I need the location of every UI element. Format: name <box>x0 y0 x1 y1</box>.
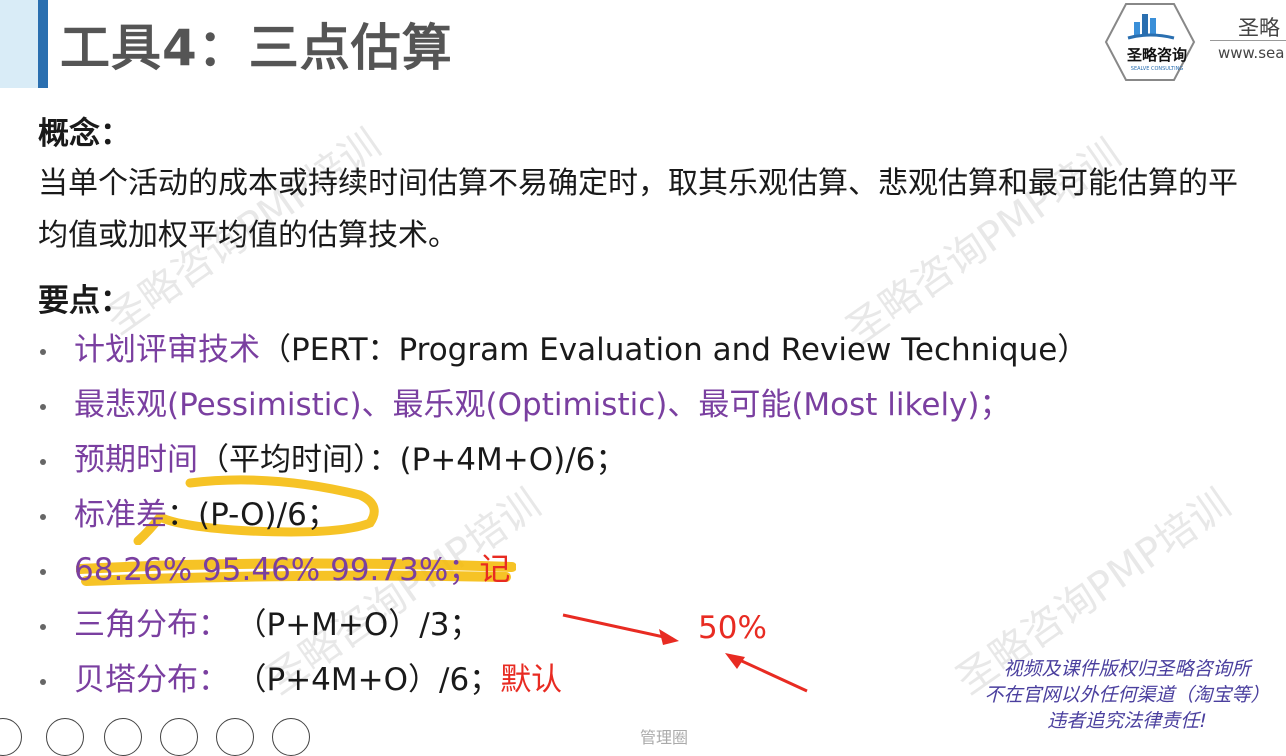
presentation-toolbar <box>0 718 330 756</box>
concept-text: 当单个活动的成本或持续时间估算不易确定时，取其乐观估算、悲观估算和最可能估算的平… <box>38 166 1238 253</box>
annotation-percent: 50% <box>698 610 767 646</box>
handwritten-note: 记 <box>479 552 511 588</box>
bullet-dot <box>40 623 46 630</box>
bullet-dot <box>40 678 46 685</box>
slides-icon[interactable] <box>160 718 198 756</box>
bullet-dot <box>40 348 46 355</box>
item-label: 计划评审技术 <box>74 332 260 368</box>
copyright-notice: 视频及课件版权归圣略咨询所 不在官网以外任何渠道（淘宝等） 违者追究法律责任! <box>968 656 1286 734</box>
item-text: （PERT：Program Evaluation and Review Tech… <box>260 332 1089 368</box>
header-accent-dark <box>38 0 48 88</box>
annotation-arrows <box>562 613 808 693</box>
item-label: 68.26% 95.46% 99.73%； <box>74 552 480 588</box>
list-item: 预期时间（平均时间）：(P+4M+O)/6； <box>38 433 1088 488</box>
item-text: （P+4M+O）/6； <box>251 662 501 698</box>
copyright-line: 违者追究法律责任! <box>1047 710 1207 732</box>
brand-name: 圣略 <box>1238 16 1280 40</box>
item-text: （平均时间）：(P+4M+O)/6； <box>198 442 627 478</box>
logo-text: 圣略咨询 <box>1126 46 1187 64</box>
logo-subtext: SEALVE CONSULTING <box>1130 66 1184 72</box>
slide-header: 工具4：三点估算 圣略咨询 SEALVE CONSULTING 圣略 www.s… <box>0 0 1286 92</box>
item-label: 三角分布： <box>74 607 229 643</box>
slide-title: 工具4：三点估算 <box>60 19 453 77</box>
bullet-dot <box>40 403 46 410</box>
next-icon[interactable] <box>46 718 84 756</box>
list-item: 68.26% 95.46% 99.73%；记 <box>38 543 1088 598</box>
previous-icon[interactable] <box>0 718 22 756</box>
item-label: 预期时间 <box>74 442 198 478</box>
list-item: 最悲观(Pessimistic)、最乐观(Optimistic)、最可能(Mos… <box>38 378 1088 433</box>
brand-url: www.sea <box>1218 44 1285 62</box>
key-points-heading: 要点： <box>38 283 131 319</box>
bullet-dot <box>40 568 46 575</box>
brand-divider <box>1210 40 1286 41</box>
list-item: 标准差：(P-O)/6； <box>38 488 1088 543</box>
item-label: 贝塔分布： <box>74 662 229 698</box>
item-label: 最悲观(Pessimistic)、最乐观(Optimistic)、最可能(Mos… <box>74 387 1011 423</box>
footer-faint-text: 管理圈 <box>640 728 689 747</box>
bullet-dot <box>40 458 46 465</box>
item-label: 标准差 <box>74 497 167 533</box>
copyright-line: 不在官网以外任何渠道（淘宝等） <box>984 684 1270 706</box>
item-text: （P+M+O）/3； <box>251 607 481 643</box>
copyright-line: 视频及课件版权归圣略咨询所 <box>1003 658 1251 680</box>
list-item: 计划评审技术（PERT：Program Evaluation and Revie… <box>38 323 1088 378</box>
bullet-dot <box>40 513 46 520</box>
item-text: ：(P-O)/6； <box>167 497 338 533</box>
pen-icon[interactable] <box>104 718 142 756</box>
zoom-icon[interactable] <box>216 718 254 756</box>
menu-icon[interactable] <box>272 718 310 756</box>
concept-heading: 概念： <box>38 116 131 152</box>
header-accent-light <box>0 0 38 88</box>
handwritten-note: 默认 <box>500 662 563 698</box>
